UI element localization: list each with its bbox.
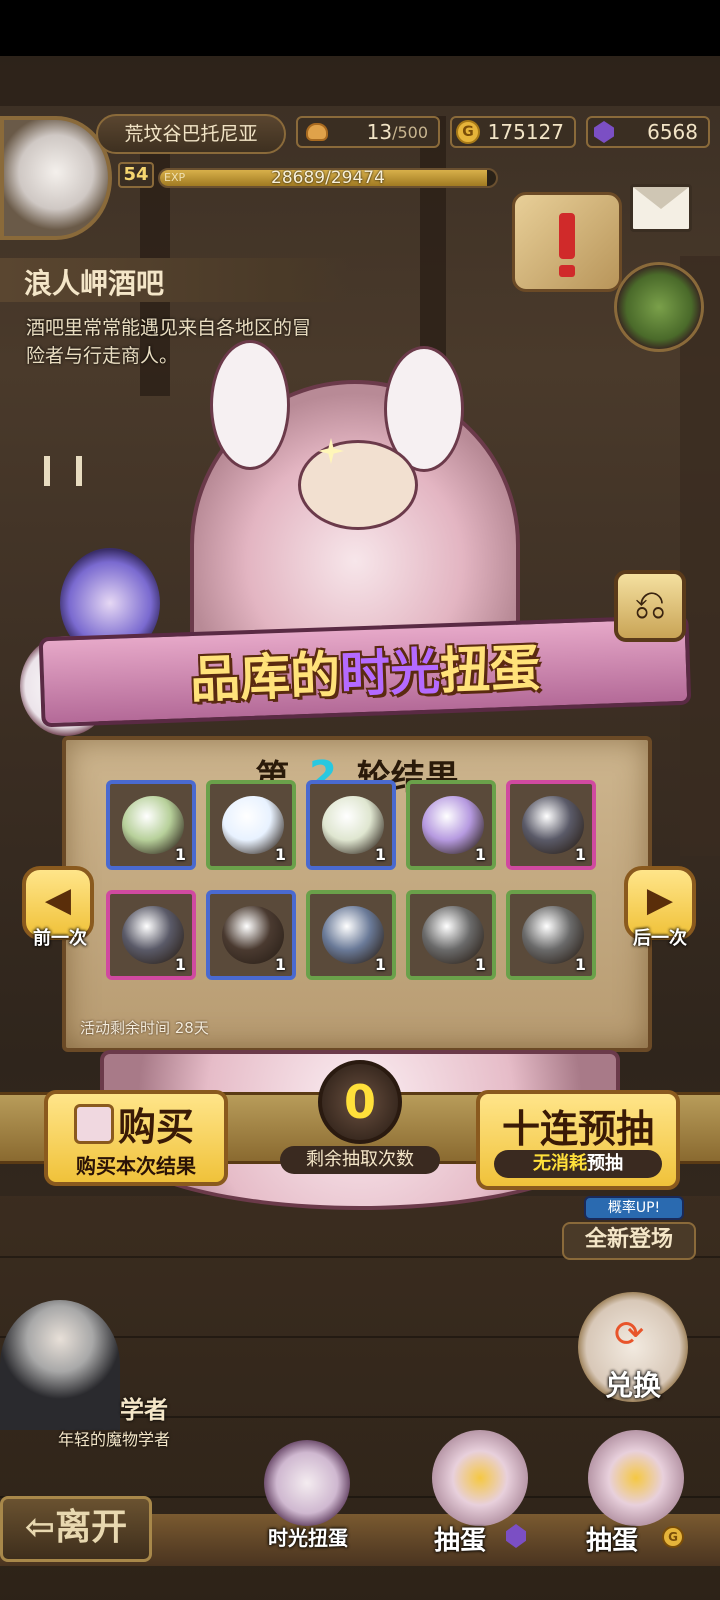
gold-counter[interactable]: G 175127	[450, 116, 576, 148]
ten-draw-subtitle: 无消耗预抽	[494, 1150, 662, 1178]
result-quantity: 1	[474, 955, 486, 974]
rate-up-badge: 概率UP!	[584, 1196, 684, 1220]
buy-title: 购买	[118, 1105, 195, 1149]
gem-counter[interactable]: 6568	[586, 116, 710, 148]
level-badge: 54	[118, 162, 154, 188]
new-arrival-banner[interactable]: 全新登场	[562, 1222, 696, 1260]
result-quantity: 1	[274, 955, 286, 974]
result-slot[interactable]: 1	[206, 890, 296, 980]
exp-bar: EXP 28689/29474	[158, 168, 498, 188]
stamina-value: 13	[366, 120, 393, 144]
result-slot[interactable]: 1	[206, 780, 296, 870]
buy-subtitle: 购买本次结果	[76, 1154, 196, 1178]
location-banner: 浪人岬酒吧	[0, 258, 350, 302]
egg-draw-gems-tab[interactable]: 抽蛋	[420, 1420, 540, 1556]
purple-gem-icon	[594, 121, 614, 143]
return-icon: ⎌	[634, 582, 666, 628]
ten-draw-button[interactable]: 十连预抽 无消耗预抽	[476, 1090, 680, 1190]
bunny-ear-left	[210, 340, 290, 470]
gem-value: 6568	[647, 120, 698, 144]
prev-label: 前一次	[33, 928, 87, 949]
exchange-button[interactable]: ⟳ 兑换	[578, 1292, 688, 1402]
egg-draw-gold-label: 抽蛋	[586, 1526, 639, 1556]
time-gacha-label: 时光扭蛋	[268, 1526, 348, 1550]
remaining-draws-count: 0	[343, 1075, 376, 1129]
result-slot[interactable]: 1	[506, 890, 596, 980]
result-quantity: 1	[174, 845, 186, 864]
event-title-part2: 扭蛋	[439, 638, 542, 701]
location-description-line2: 险者与行走商人。	[26, 345, 179, 367]
bunny-egg-machine-icon	[588, 1430, 684, 1526]
backpack-icon[interactable]	[614, 262, 704, 352]
event-title-highlight: 时光	[339, 642, 442, 704]
quest-scroll-icon[interactable]	[512, 192, 622, 292]
result-slot[interactable]: 1	[306, 890, 396, 980]
result-quantity: 1	[174, 955, 186, 974]
gold-value: 175127	[487, 120, 564, 144]
location-description: 酒吧里常常能遇见来自各地区的冒 险者与行走商人。	[26, 314, 366, 370]
remaining-time: 活动剩余时间 28天	[80, 1019, 209, 1037]
buy-button[interactable]: 购买 购买本次结果	[44, 1090, 228, 1186]
remaining-draws-badge: 0	[318, 1060, 402, 1144]
next-label: 后一次	[633, 928, 687, 949]
return-button[interactable]: ⎌	[614, 570, 686, 642]
exp-value: 28689/29474	[271, 168, 385, 188]
stamina-max: /500	[392, 122, 428, 142]
event-title: 品库的时光扭蛋	[43, 623, 687, 717]
time-gacha-tab[interactable]: 时光扭蛋	[252, 1432, 364, 1552]
mail-icon[interactable]	[630, 184, 692, 232]
exchange-label: 兑换	[604, 1369, 661, 1402]
purple-gem-small-icon	[506, 1524, 526, 1548]
result-quantity: 1	[474, 845, 486, 864]
machine-face	[298, 440, 418, 530]
bread-icon	[306, 123, 328, 141]
result-slot[interactable]: 1	[106, 780, 196, 870]
exchange-arrow-icon: ⟳	[614, 1314, 645, 1355]
remaining-draws-label: 剩余抽取次数	[280, 1146, 440, 1174]
result-quantity: 1	[574, 955, 586, 974]
event-title-part1: 品库的	[189, 645, 342, 710]
ten-draw-title: 十连预抽	[501, 1107, 654, 1151]
result-slot[interactable]: 1	[506, 780, 596, 870]
gold-coin-small-icon: G	[662, 1526, 684, 1548]
npc-desc: 年轻的魔物学者	[57, 1430, 170, 1449]
result-quantity: 1	[574, 845, 586, 864]
next-arrow-icon: ▶	[646, 880, 674, 920]
scholar-npc-portrait[interactable]	[0, 1300, 120, 1430]
result-quantity: 1	[274, 845, 286, 864]
result-slot[interactable]: 1	[306, 780, 396, 870]
result-slot[interactable]: 1	[106, 890, 196, 980]
egg-draw-gems-label: 抽蛋	[434, 1526, 487, 1556]
result-quantity: 1	[374, 955, 386, 974]
time-gacha-icon	[264, 1440, 350, 1526]
ten-draw-subtitle-highlight: 无消耗	[533, 1153, 587, 1174]
stamina-counter[interactable]: 13/500	[296, 116, 440, 148]
results-panel: 第 2 轮结果 1111111111 活动剩余时间 28天	[62, 736, 652, 1052]
result-slot[interactable]: 1	[406, 890, 496, 980]
candle-decor	[44, 456, 50, 486]
ten-draw-subtitle-rest: 预抽	[587, 1153, 623, 1174]
bunny-egg-machine-icon	[432, 1430, 528, 1526]
leave-label: 离开	[55, 1507, 128, 1548]
prev-arrow-icon: ◀	[44, 880, 72, 920]
result-quantity: 1	[374, 845, 386, 864]
result-slot[interactable]: 1	[406, 780, 496, 870]
back-arrow-icon: ⇦	[24, 1507, 56, 1548]
leave-button[interactable]: ⇦离开	[0, 1496, 152, 1562]
gold-coin-icon: G	[456, 120, 480, 144]
buy-icon	[74, 1104, 114, 1144]
candle-decor	[76, 456, 82, 486]
region-name: 荒坟谷巴托尼亚	[124, 123, 258, 145]
region-name-plate: 荒坟谷巴托尼亚	[96, 114, 286, 154]
location-title: 浪人岬酒吧	[24, 267, 165, 300]
npc-name: 学者	[120, 1396, 168, 1424]
egg-draw-gold-tab[interactable]: 抽蛋 G	[578, 1420, 698, 1556]
location-description-line1: 酒吧里常常能遇见来自各地区的冒	[26, 317, 312, 339]
